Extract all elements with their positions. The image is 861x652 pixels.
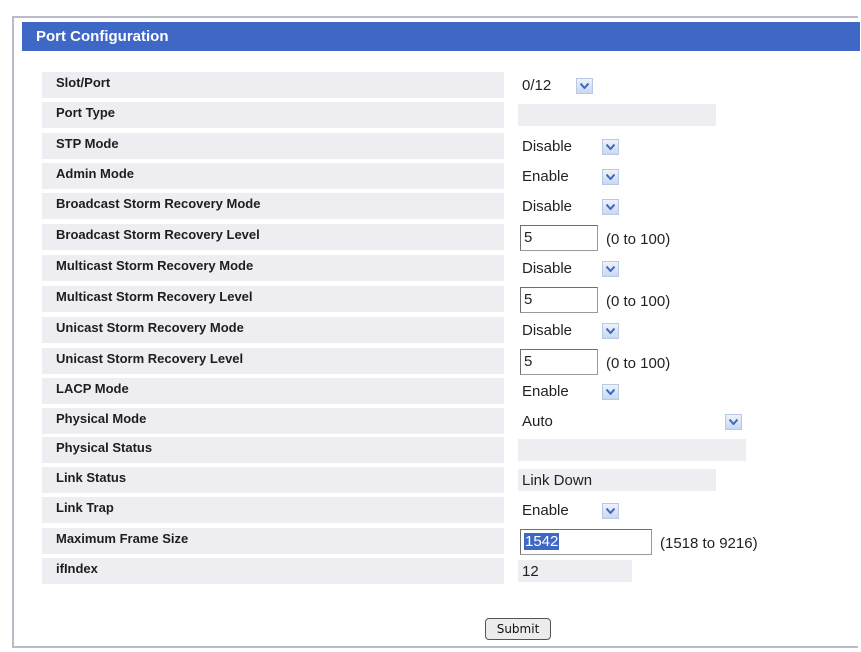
multicast-mode-select[interactable]: Disable <box>518 258 622 280</box>
broadcast-mode-label: Broadcast Storm Recovery Mode <box>42 193 504 219</box>
broadcast-mode-value: Disable <box>522 198 573 215</box>
row-lacp-mode: LACP Mode Enable <box>14 376 860 406</box>
panel-title: Port Configuration <box>22 22 860 51</box>
row-broadcast-mode: Broadcast Storm Recovery Mode Disable <box>14 191 860 221</box>
row-unicast-mode: Unicast Storm Recovery Mode Disable <box>14 315 860 345</box>
broadcast-mode-select[interactable]: Disable <box>518 196 622 218</box>
max-frame-size-label: Maximum Frame Size <box>42 528 504 554</box>
physical-mode-select[interactable]: Auto <box>518 411 745 433</box>
link-trap-select[interactable]: Enable <box>518 500 622 522</box>
row-admin-mode: Admin Mode Enable <box>14 161 860 191</box>
chevron-down-icon[interactable] <box>602 384 619 400</box>
row-unicast-level: Unicast Storm Recovery Level 5 (0 to 100… <box>14 346 860 376</box>
unicast-level-input[interactable]: 5 <box>520 349 598 375</box>
physical-mode-value: Auto <box>522 413 553 430</box>
broadcast-level-input[interactable]: 5 <box>520 225 598 251</box>
ifindex-label: ifIndex <box>42 558 504 584</box>
chevron-down-icon[interactable] <box>602 199 619 215</box>
chevron-down-icon[interactable] <box>602 323 619 339</box>
chevron-down-icon[interactable] <box>576 78 593 94</box>
unicast-level-label: Unicast Storm Recovery Level <box>42 348 504 374</box>
unicast-mode-label: Unicast Storm Recovery Mode <box>42 317 504 343</box>
link-status-label: Link Status <box>42 467 504 493</box>
row-physical-mode: Physical Mode Auto <box>14 406 860 436</box>
row-stp-mode: STP Mode Disable <box>14 131 860 161</box>
port-type-value <box>518 104 716 126</box>
max-frame-size-input[interactable]: 1542 <box>520 529 652 555</box>
lacp-mode-select[interactable]: Enable <box>518 381 622 403</box>
row-slot-port: Slot/Port 0/12 <box>14 70 860 100</box>
lacp-mode-label: LACP Mode <box>42 378 504 404</box>
link-trap-label: Link Trap <box>42 497 504 523</box>
multicast-level-input[interactable]: 5 <box>520 287 598 313</box>
row-port-type: Port Type <box>14 100 860 130</box>
stp-mode-value: Disable <box>522 138 573 155</box>
max-frame-size-value: 1542 <box>524 533 560 550</box>
broadcast-level-range: (0 to 100) <box>606 231 671 248</box>
row-multicast-level: Multicast Storm Recovery Level 5 (0 to 1… <box>14 284 860 314</box>
ifindex-value: 12 <box>518 560 632 582</box>
physical-mode-label: Physical Mode <box>42 408 504 434</box>
stp-mode-select[interactable]: Disable <box>518 136 622 158</box>
slot-port-label: Slot/Port <box>42 72 504 98</box>
row-link-status: Link Status Link Down <box>14 465 860 495</box>
admin-mode-label: Admin Mode <box>42 163 504 189</box>
chevron-down-icon[interactable] <box>602 261 619 277</box>
physical-status-value <box>518 439 746 461</box>
multicast-mode-value: Disable <box>522 260 573 277</box>
unicast-mode-value: Disable <box>522 322 573 339</box>
unicast-mode-select[interactable]: Disable <box>518 320 622 342</box>
unicast-level-range: (0 to 100) <box>606 355 671 372</box>
multicast-level-label: Multicast Storm Recovery Level <box>42 286 504 312</box>
broadcast-level-label: Broadcast Storm Recovery Level <box>42 224 504 250</box>
slot-port-value: 0/12 <box>522 77 552 94</box>
link-status-value: Link Down <box>518 469 716 491</box>
admin-mode-select[interactable]: Enable <box>518 166 622 188</box>
submit-button[interactable]: Submit <box>485 618 551 640</box>
row-ifindex: ifIndex 12 <box>14 556 860 586</box>
link-trap-value: Enable <box>522 502 569 519</box>
row-physical-status: Physical Status <box>14 435 860 465</box>
lacp-mode-value: Enable <box>522 383 569 400</box>
admin-mode-value: Enable <box>522 168 569 185</box>
row-max-frame-size: Maximum Frame Size 1542 (1518 to 9216) <box>14 526 860 556</box>
chevron-down-icon[interactable] <box>602 139 619 155</box>
physical-status-label: Physical Status <box>42 437 504 463</box>
multicast-level-range: (0 to 100) <box>606 293 671 310</box>
stp-mode-label: STP Mode <box>42 133 504 159</box>
port-type-label: Port Type <box>42 102 504 128</box>
slot-port-select[interactable]: 0/12 <box>518 75 596 97</box>
row-broadcast-level: Broadcast Storm Recovery Level 5 (0 to 1… <box>14 222 860 252</box>
multicast-mode-label: Multicast Storm Recovery Mode <box>42 255 504 281</box>
chevron-down-icon[interactable] <box>602 503 619 519</box>
chevron-down-icon[interactable] <box>602 169 619 185</box>
max-frame-size-range: (1518 to 9216) <box>660 535 758 552</box>
port-configuration-panel: Port Configuration Slot/Port 0/12 Port T… <box>12 16 860 648</box>
row-link-trap: Link Trap Enable <box>14 495 860 525</box>
row-multicast-mode: Multicast Storm Recovery Mode Disable <box>14 253 860 283</box>
chevron-down-icon[interactable] <box>725 414 742 430</box>
